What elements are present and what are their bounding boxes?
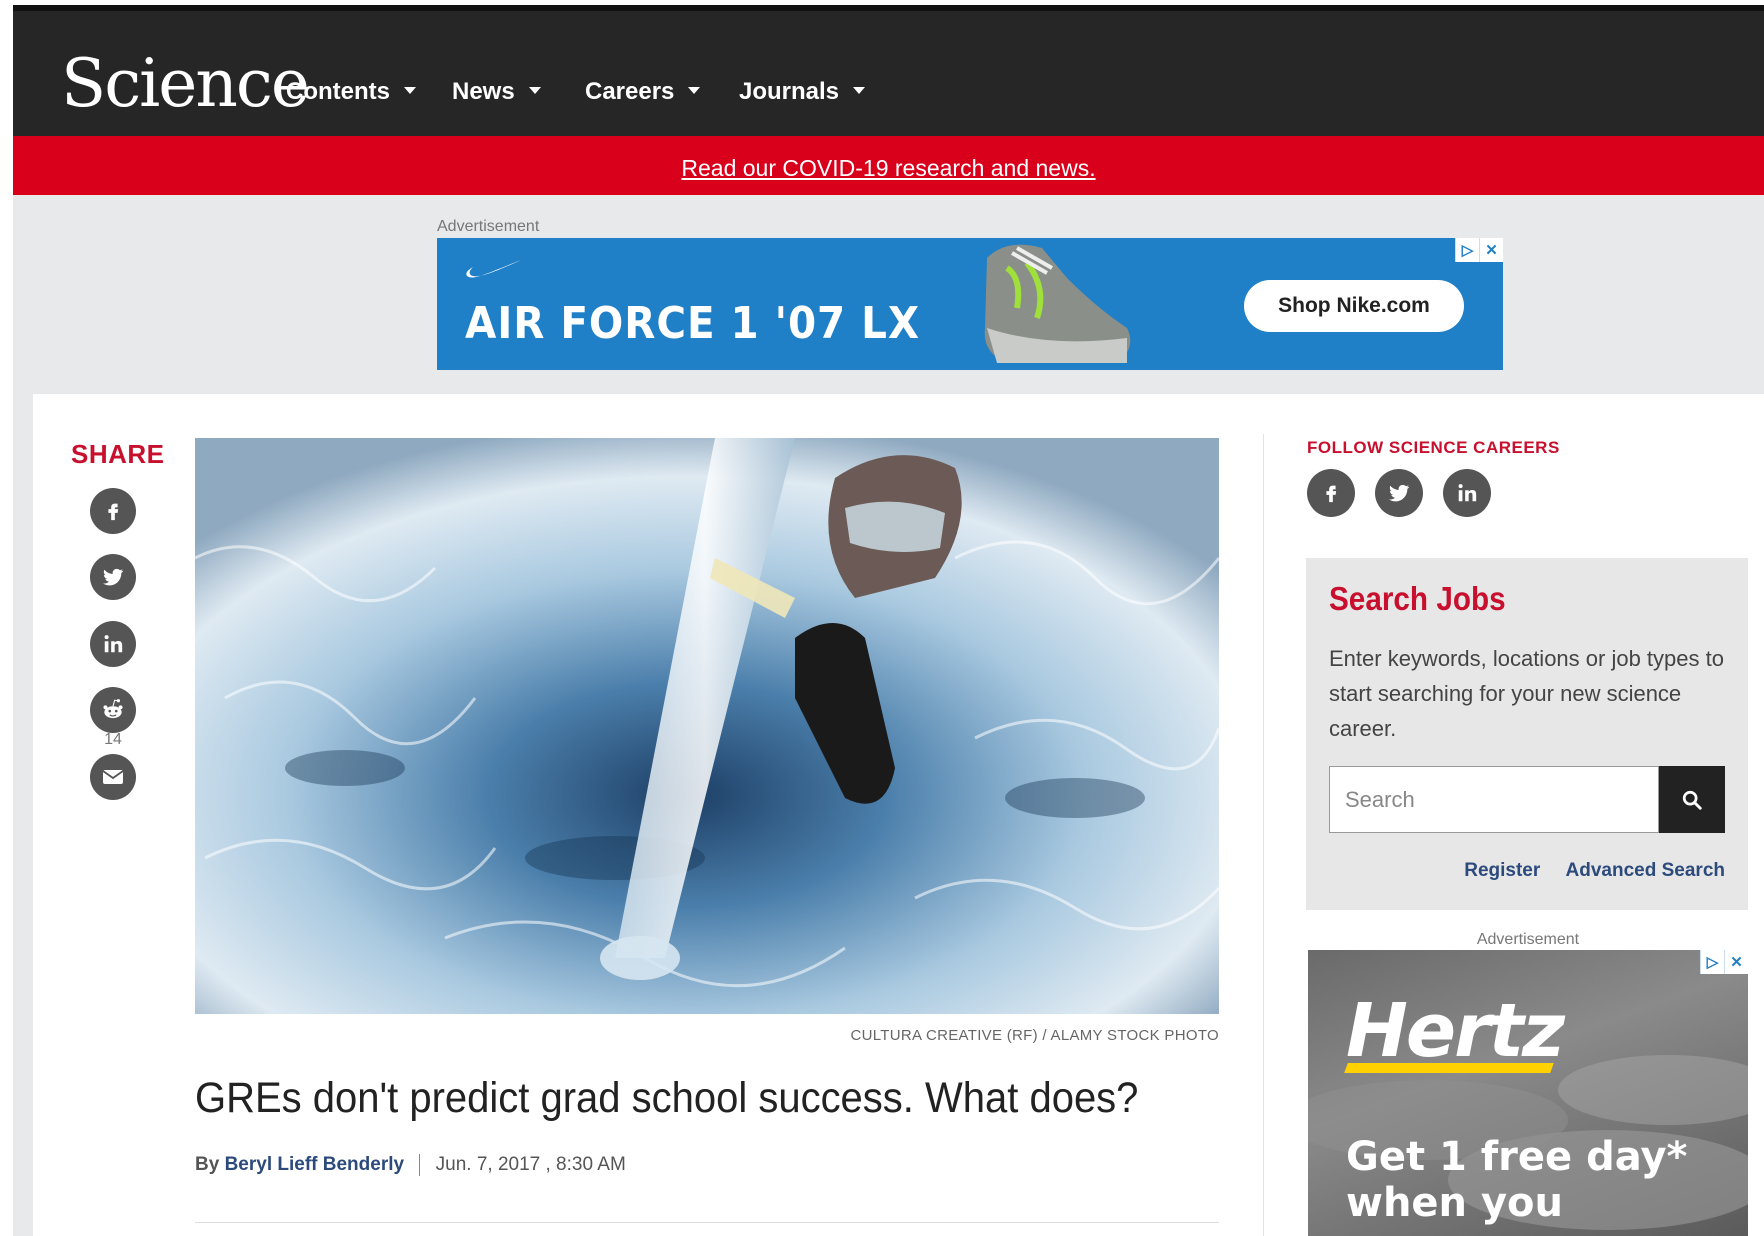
- caret-down-icon: [404, 87, 416, 95]
- hertz-copy-line: Get 1 free day*: [1346, 1134, 1688, 1180]
- publish-date: Jun. 7, 2017 , 8:30 AM: [435, 1154, 626, 1176]
- article-headline: GREs don't predict grad school success. …: [195, 1074, 1139, 1122]
- reddit-share-count: 14: [104, 731, 122, 748]
- covid-link[interactable]: Read our COVID-19 research and news.: [681, 155, 1095, 182]
- linkedin-share-button[interactable]: [90, 621, 136, 667]
- close-icon[interactable]: ✕: [1724, 950, 1748, 974]
- covid-banner: Read our COVID-19 research and news.: [13, 136, 1764, 195]
- byline-prefix: By: [195, 1154, 220, 1176]
- twitter-icon: [103, 568, 124, 586]
- hertz-ad-copy: Get 1 free day* when you: [1346, 1134, 1687, 1226]
- nike-ad-banner[interactable]: AIR FORCE 1 '07 LX Shop Nike.com ▷ ✕: [437, 238, 1503, 370]
- job-search-input[interactable]: [1329, 766, 1659, 833]
- ad-headline: AIR FORCE 1 '07 LX: [465, 298, 920, 349]
- nav-label: Journals: [739, 78, 840, 105]
- hertz-ad[interactable]: Hertz Get 1 free day* when you ▷ ✕: [1308, 950, 1748, 1236]
- image-credit: CULTURA CREATIVE (RF) / ALAMY STOCK PHOT…: [850, 1027, 1219, 1044]
- nav-contents[interactable]: Contents: [286, 78, 416, 106]
- advanced-search-link[interactable]: Advanced Search: [1566, 860, 1725, 881]
- author-link[interactable]: Beryl Lieff Benderly: [225, 1154, 405, 1175]
- follow-facebook-button[interactable]: [1307, 469, 1355, 517]
- advertisement-label: Advertisement: [437, 218, 540, 235]
- byline-divider: [419, 1154, 421, 1176]
- byline: By Beryl Lieff Benderly Jun. 7, 2017 , 8…: [195, 1154, 626, 1176]
- caret-down-icon: [528, 87, 541, 95]
- share-title: SHARE: [71, 439, 165, 469]
- shop-nike-button[interactable]: Shop Nike.com: [1244, 280, 1464, 332]
- linkedin-icon: [104, 635, 123, 653]
- ad-choices-icon[interactable]: ▷: [1455, 238, 1479, 262]
- search-jobs-panel: Search Jobs Enter keywords, locations or…: [1306, 558, 1748, 910]
- top-navigation: Science Contents News Careers Journals: [13, 5, 1764, 136]
- article-content: SHARE 14 CULTURA CREATIVE (RF) / ALAMY S…: [33, 394, 1764, 1236]
- ad-choices[interactable]: ▷ ✕: [1455, 238, 1503, 262]
- caret-down-icon: [853, 87, 866, 95]
- caret-down-icon: [688, 87, 701, 95]
- twitter-icon: [1389, 484, 1410, 502]
- linkedin-icon: [1458, 484, 1477, 502]
- follow-twitter-button[interactable]: [1375, 469, 1423, 517]
- job-search-links: Register Advanced Search: [1444, 860, 1725, 882]
- nav-news[interactable]: News: [452, 78, 541, 106]
- facebook-icon: [108, 503, 119, 521]
- sidebar-divider: [1263, 434, 1264, 1236]
- register-link[interactable]: Register: [1464, 860, 1540, 881]
- sneaker-image: [984, 244, 1131, 363]
- reddit-icon: [103, 699, 123, 719]
- hertz-logo: Hertz: [1346, 988, 1565, 1074]
- nav-label: Contents: [286, 78, 390, 105]
- email-share-button[interactable]: [90, 754, 136, 800]
- ad-choices-icon[interactable]: ▷: [1700, 950, 1724, 974]
- nav-journals[interactable]: Journals: [739, 78, 866, 106]
- nav-label: Careers: [585, 78, 675, 105]
- facebook-icon: [1326, 485, 1337, 503]
- reddit-share-button[interactable]: [90, 687, 136, 733]
- nav-careers[interactable]: Careers: [585, 78, 701, 106]
- follow-linkedin-button[interactable]: [1443, 469, 1491, 517]
- science-logo[interactable]: Science: [61, 45, 310, 122]
- follow-title: FOLLOW SCIENCE CAREERS: [1307, 438, 1560, 457]
- advertisement-label: Advertisement: [1476, 931, 1580, 948]
- article-divider: [195, 1222, 1219, 1223]
- facebook-share-button[interactable]: [90, 488, 136, 534]
- search-jobs-description: Enter keywords, locations or job types t…: [1329, 646, 1724, 741]
- search-jobs-title: Search Jobs: [1329, 580, 1506, 617]
- hertz-copy-line: when you: [1346, 1180, 1563, 1226]
- lab-glassware-photo: [195, 438, 1219, 1014]
- twitter-share-button[interactable]: [90, 554, 136, 600]
- close-icon[interactable]: ✕: [1479, 238, 1503, 262]
- email-icon: [102, 770, 124, 784]
- page: Science Contents News Careers Journals R…: [13, 5, 1764, 1236]
- search-icon: [1682, 790, 1702, 810]
- nike-swoosh-icon: [466, 260, 521, 278]
- nav-label: News: [452, 78, 515, 105]
- job-search-button[interactable]: [1659, 766, 1725, 833]
- ad-choices[interactable]: ▷ ✕: [1700, 950, 1748, 974]
- hertz-underline: [1344, 1063, 1554, 1073]
- article-hero-image: [195, 438, 1219, 1014]
